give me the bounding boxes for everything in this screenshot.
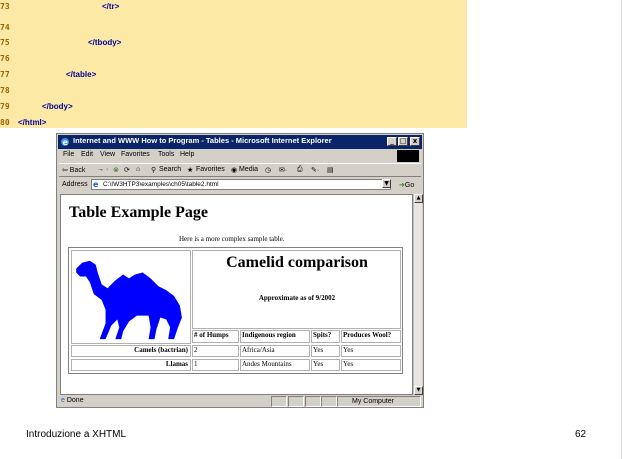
camelid-table: Camelid comparison Approximate as of 9/2…	[68, 247, 403, 374]
forward-button[interactable]: → ·	[97, 166, 108, 173]
menu-view[interactable]: View	[100, 151, 115, 158]
table-cell: Yes	[341, 359, 401, 371]
go-label: Go	[404, 182, 415, 189]
back-button[interactable]: ⇦ Back	[62, 166, 85, 174]
table-caption: Here is a more complex sample table.	[179, 235, 285, 243]
row-header: Llamas	[71, 359, 191, 371]
edit-icon[interactable]: ✎·	[311, 166, 319, 174]
slide-page-number: 62	[575, 429, 587, 440]
menu-bar: File Edit View Favorites Tools Help	[59, 150, 421, 162]
table-cell: Yes	[311, 345, 340, 357]
line-number: 74	[0, 23, 10, 32]
browser-window: e Internet and WWW How to Program - Tabl…	[56, 133, 424, 408]
menu-favorites[interactable]: Favorites	[121, 151, 150, 158]
search-button[interactable]: Search	[159, 166, 181, 173]
zone-label: My Computer	[352, 398, 395, 405]
stop-icon[interactable]: ⊗	[113, 166, 119, 174]
table-cell: 2	[192, 345, 239, 357]
menu-tools[interactable]: Tools	[158, 151, 174, 158]
line-number: 77	[0, 70, 10, 79]
column-header: Spits?	[311, 330, 340, 343]
table-cell: Andes Mountains	[240, 359, 310, 371]
status-bar: e Done My Computer	[59, 396, 421, 407]
camel-image	[76, 260, 182, 340]
go-button[interactable]: ➜Go	[399, 181, 414, 189]
zone-indicator: My Computer	[337, 396, 421, 407]
status-panel	[321, 396, 337, 407]
mail-icon[interactable]: ✉·	[279, 166, 287, 174]
history-icon[interactable]: ◷	[265, 166, 271, 174]
table-heading: Camelid comparison	[226, 254, 368, 271]
page-icon: e	[93, 180, 99, 189]
table-cell: Yes	[311, 359, 340, 371]
table-subheading: Approximate as of 9/2002	[258, 294, 336, 302]
line-number: 73	[0, 2, 10, 11]
code-listing: 73 </tr> 74 75 </tbody> 76 77 </table> 7…	[0, 0, 467, 128]
line-number: 78	[0, 86, 10, 95]
menu-help[interactable]: Help	[180, 151, 194, 158]
code-line: </html>	[18, 118, 47, 127]
code-line: </tr>	[102, 2, 120, 11]
slide-footer: Introduzione a XHTML	[26, 429, 127, 440]
favorites-button[interactable]: Favorites	[196, 166, 225, 173]
close-button[interactable]: x	[410, 137, 420, 146]
page-content: Table Example Page Here is a more comple…	[60, 194, 413, 395]
status-panel	[271, 396, 287, 407]
camel-image-cell	[71, 250, 191, 344]
line-number: 80	[0, 118, 10, 127]
discuss-icon[interactable]: ▤	[327, 166, 334, 174]
windows-logo	[397, 150, 419, 162]
window-title: Internet and WWW How to Program - Tables…	[73, 136, 332, 145]
address-input[interactable]: e C:\IW3HTP3\examples\ch05\table2.html	[91, 179, 391, 190]
scroll-down-arrow-icon[interactable]: ▼	[414, 386, 423, 395]
search-icon: ⚲	[151, 167, 157, 174]
maximize-button[interactable]: □	[398, 137, 408, 146]
column-header: Produces Wool?	[341, 330, 401, 343]
ie-logo-icon: e	[61, 138, 69, 147]
minimize-button[interactable]: _	[387, 137, 397, 146]
status-panel	[305, 396, 321, 407]
line-number: 76	[0, 54, 10, 63]
scroll-up-arrow-icon[interactable]: ▲	[414, 194, 423, 203]
page-icon: e	[61, 397, 65, 404]
vertical-scrollbar[interactable]: ▲ ▼	[413, 194, 423, 395]
code-line: </tbody>	[88, 38, 122, 47]
status-text: e Done	[61, 397, 84, 404]
status-panel	[288, 396, 304, 407]
print-icon[interactable]: ⎙	[297, 166, 303, 174]
line-number: 75	[0, 38, 10, 47]
table-cell: Yes	[341, 345, 401, 357]
status-done: Done	[66, 397, 84, 404]
svg-text:e: e	[63, 138, 69, 147]
code-line: </body>	[42, 102, 73, 111]
media-icon: ◉	[231, 167, 238, 174]
address-label: Address	[62, 181, 88, 188]
column-header: Indigenous region	[240, 330, 310, 343]
line-number: 79	[0, 102, 10, 111]
toolbar: ⇦ Back → · ⊗ ⟳ ⌂ ⚲ Search ★ Favorites ◉ …	[59, 163, 421, 177]
code-line: </table>	[66, 70, 97, 79]
page-title: Table Example Page	[69, 204, 208, 221]
favorites-icon: ★	[187, 167, 194, 174]
table-cell: 1	[192, 359, 239, 371]
row-header: Camels (bactrian)	[71, 345, 191, 357]
address-bar: Address e C:\IW3HTP3\examples\ch05\table…	[59, 178, 421, 192]
address-dropdown-button[interactable]: ▼	[382, 179, 391, 188]
refresh-icon[interactable]: ⟳	[124, 166, 130, 174]
column-header: # of Humps	[192, 330, 239, 343]
menu-file[interactable]: File	[63, 151, 74, 158]
menu-edit[interactable]: Edit	[81, 151, 93, 158]
media-button[interactable]: Media	[239, 166, 258, 173]
table-cell: Africa/Asia	[240, 345, 310, 357]
home-icon[interactable]: ⌂	[136, 166, 140, 173]
address-value: C:\IW3HTP3\examples\ch05\table2.html	[103, 181, 219, 188]
title-bar[interactable]: e Internet and WWW How to Program - Tabl…	[58, 135, 422, 149]
